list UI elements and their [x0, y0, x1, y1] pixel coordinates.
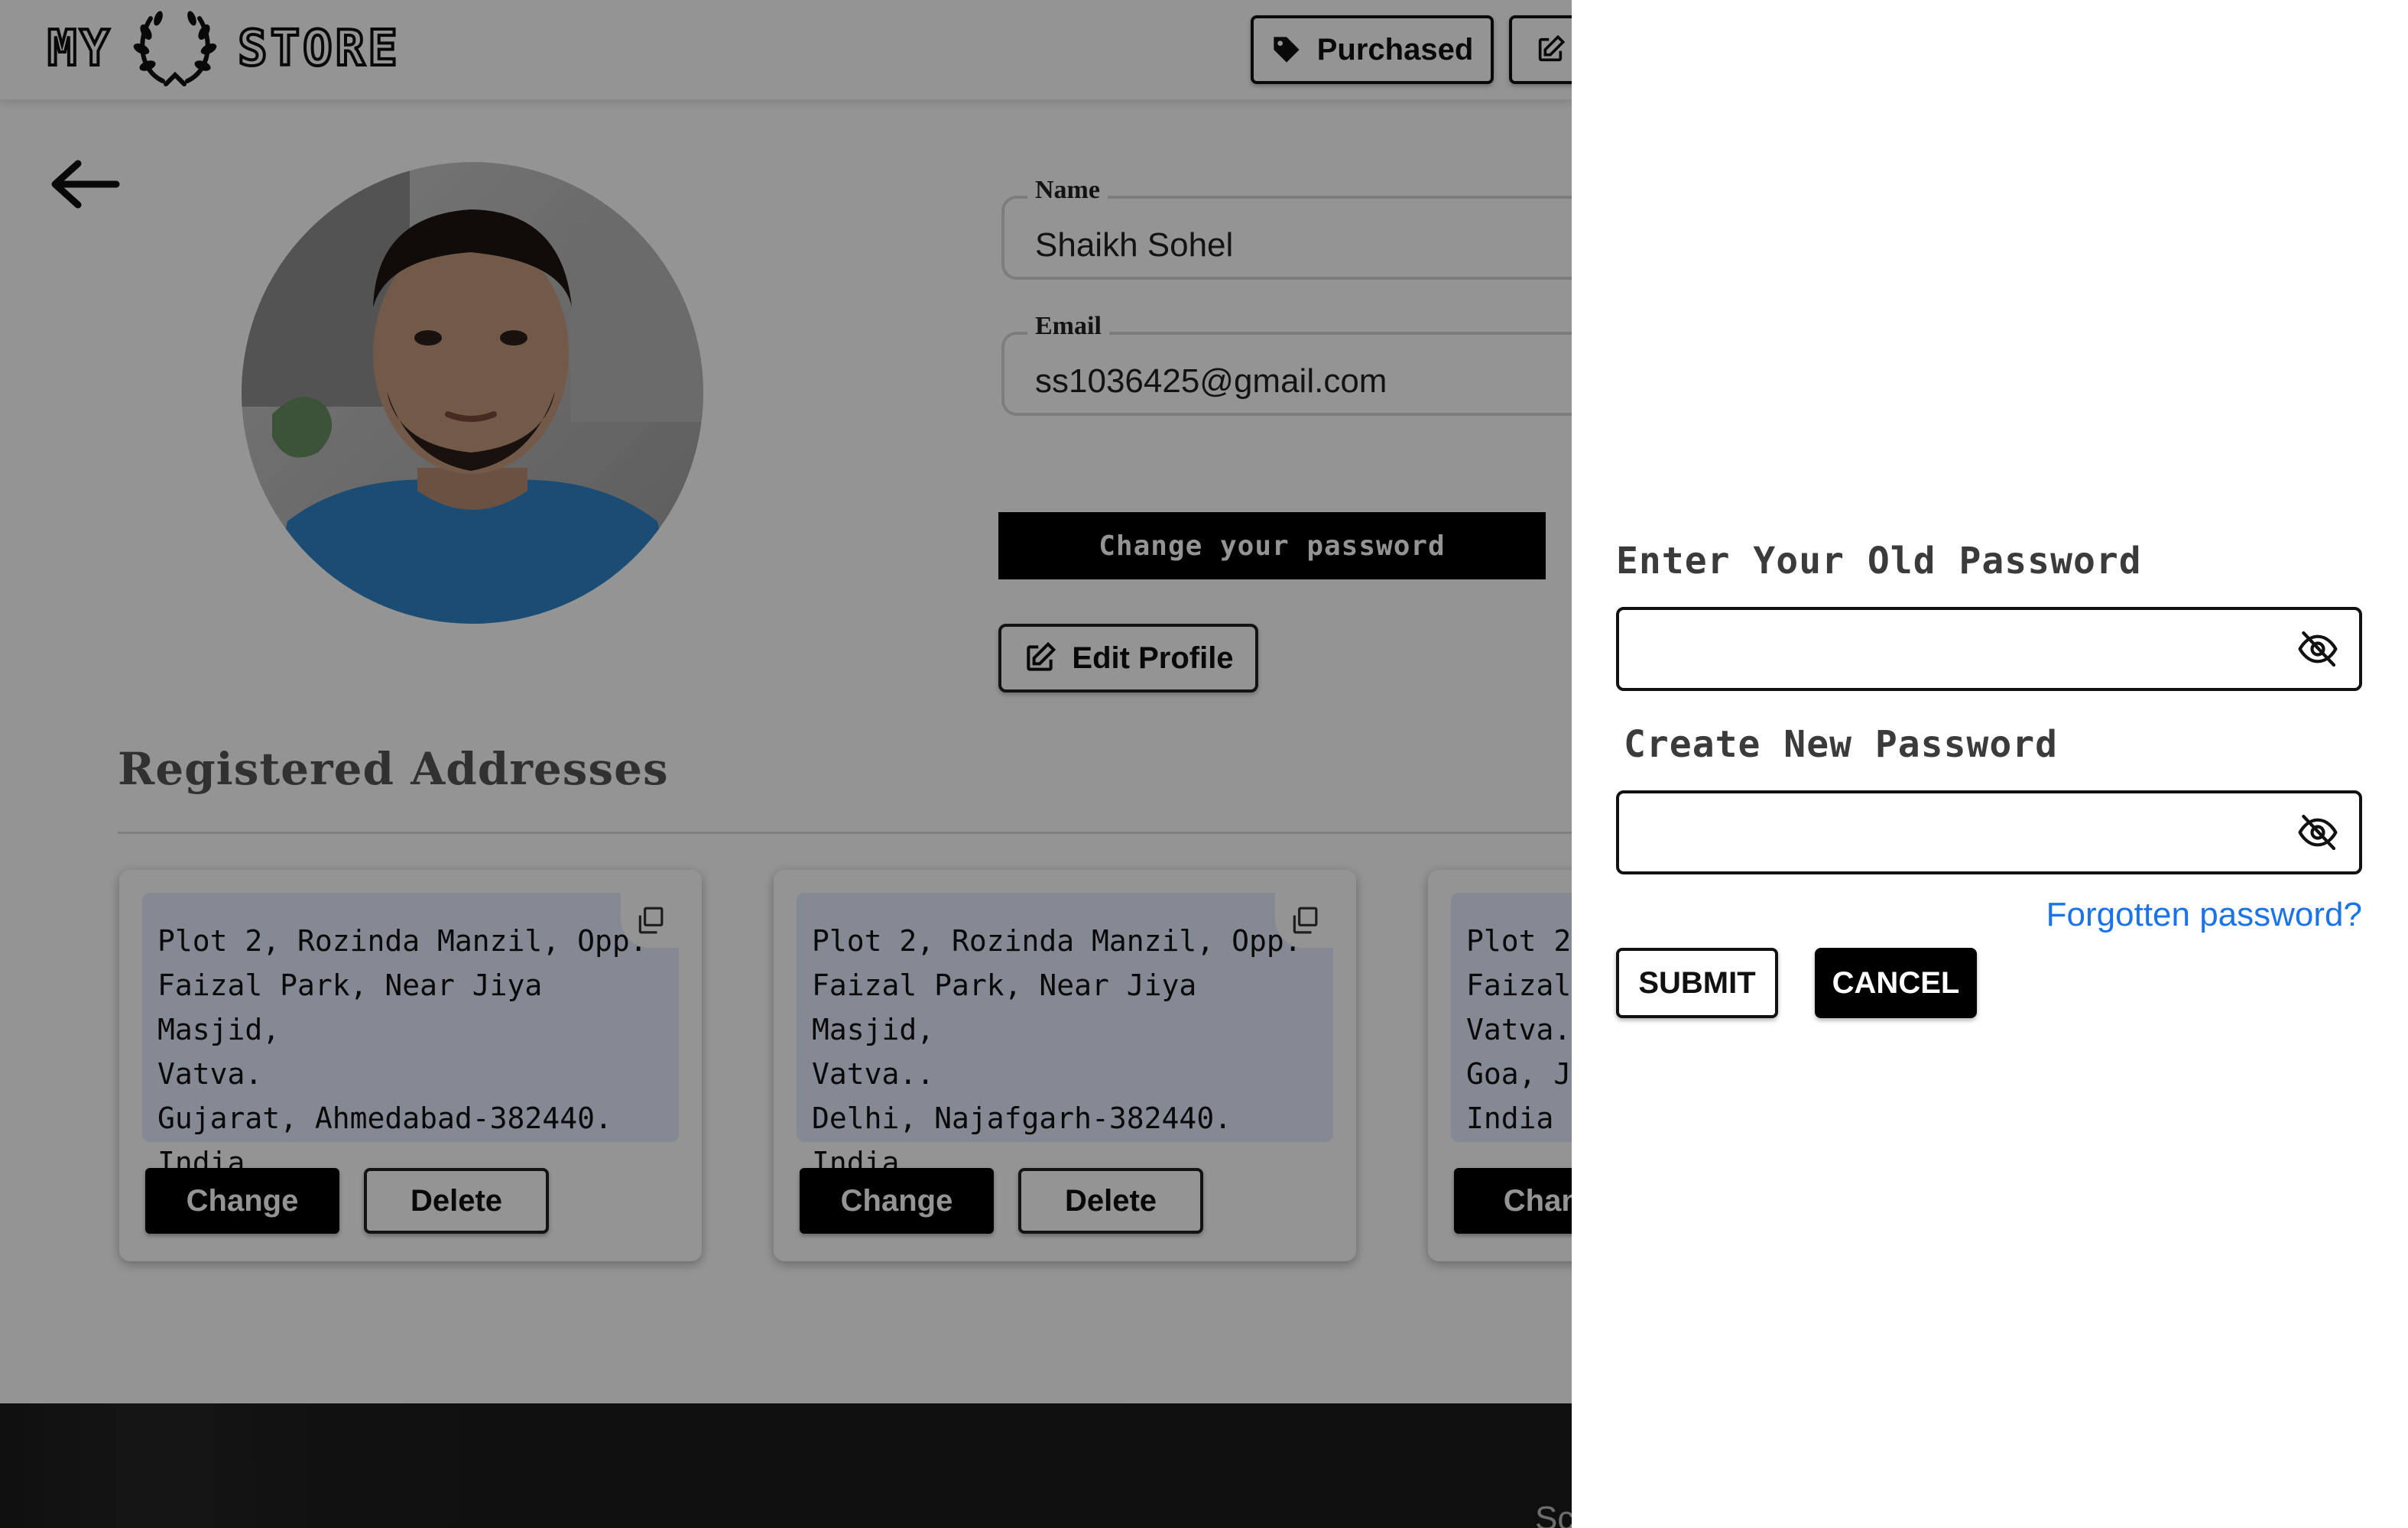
submit-button[interactable]: SUBMIT: [1616, 948, 1778, 1018]
change-password-drawer: Enter Your Old Password Create New Passw…: [1572, 0, 2408, 1528]
new-password-input[interactable]: [1619, 793, 2296, 871]
cancel-button[interactable]: CANCEL: [1815, 948, 1977, 1018]
new-password-field[interactable]: [1616, 790, 2362, 874]
new-password-label: Create New Password: [1624, 723, 2059, 766]
profile-page: MY STORE Purchased Name Shaikh Sohel Ema…: [0, 0, 1572, 1528]
eye-off-icon[interactable]: [2296, 811, 2339, 854]
old-password-input[interactable]: [1619, 610, 2296, 688]
modal-backdrop[interactable]: [0, 0, 1572, 1528]
forgotten-password-link[interactable]: Forgotten password?: [2046, 896, 2362, 934]
old-password-label: Enter Your Old Password: [1616, 540, 2142, 582]
eye-off-icon[interactable]: [2296, 628, 2339, 670]
old-password-field[interactable]: [1616, 607, 2362, 691]
